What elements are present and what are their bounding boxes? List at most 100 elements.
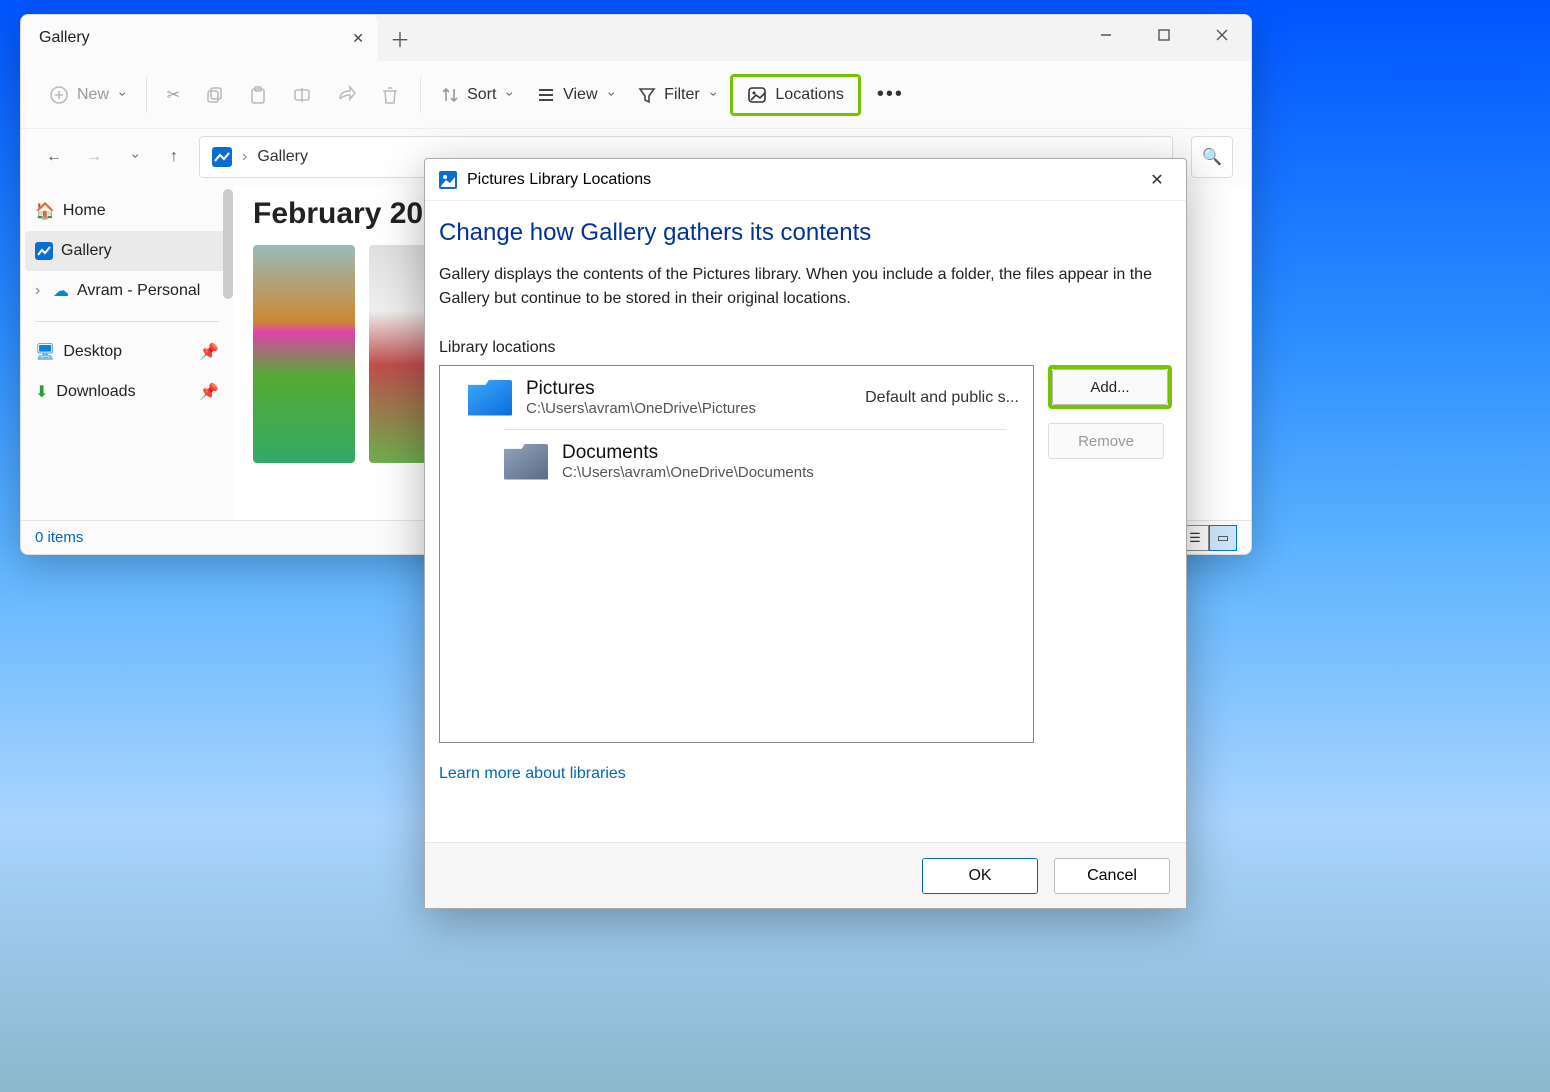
sidebar-item-label: Home [63, 202, 106, 220]
sidebar: 🏠 Home Gallery › ☁ Avram - Personal 🖥 De… [21, 185, 233, 520]
thumbnails-view-button[interactable]: ▭ [1209, 525, 1237, 551]
chevron-down-icon [708, 86, 717, 104]
copy-button[interactable] [194, 79, 234, 111]
sidebar-item-onedrive[interactable]: › ☁ Avram - Personal [21, 271, 233, 311]
add-highlight: Add... [1048, 365, 1172, 409]
dialog-paragraph: Gallery displays the contents of the Pic… [439, 263, 1172, 311]
new-button[interactable]: New [39, 79, 136, 111]
list-label: Library locations [439, 339, 1172, 357]
share-icon [336, 85, 356, 105]
view-mode-switch: ☰ ▭ [1181, 525, 1237, 551]
ok-button[interactable]: OK [922, 858, 1038, 894]
location-item[interactable]: Documents C:\Users\avram\OneDrive\Docume… [504, 429, 1007, 493]
folder-icon [468, 380, 512, 416]
thumbnail[interactable] [253, 245, 355, 463]
location-text: Documents C:\Users\avram\OneDrive\Docume… [562, 442, 814, 481]
sidebar-item-desktop[interactable]: 🖥 Desktop 📌 [21, 332, 233, 372]
share-button[interactable] [326, 79, 366, 111]
chevron-down-icon [117, 86, 126, 104]
search-button[interactable]: 🔍 [1191, 136, 1233, 178]
new-label: New [77, 86, 109, 104]
list-icon [537, 86, 555, 104]
rename-button[interactable] [282, 79, 322, 111]
dialog-title: Pictures Library Locations [467, 171, 651, 189]
back-button[interactable]: ← [39, 142, 69, 172]
dialog-titlebar: Pictures Library Locations ✕ [425, 159, 1186, 201]
close-window-button[interactable] [1193, 15, 1251, 55]
copy-icon [204, 85, 224, 105]
divider [35, 321, 219, 322]
location-path: C:\Users\avram\OneDrive\Pictures [526, 400, 756, 417]
location-item[interactable]: Pictures C:\Users\avram\OneDrive\Picture… [440, 366, 1033, 429]
clipboard-icon [248, 85, 268, 105]
chevron-right-icon: › [242, 148, 247, 166]
pin-icon[interactable]: 📌 [199, 382, 219, 402]
divider [420, 77, 421, 113]
forward-button[interactable]: → [79, 142, 109, 172]
new-tab-button[interactable]: ＋ [378, 15, 422, 61]
chevron-down-icon [130, 148, 139, 166]
window-controls [1077, 15, 1251, 55]
sidebar-item-label: Desktop [63, 343, 122, 361]
item-count: 0 items [35, 529, 83, 546]
delete-button[interactable] [370, 79, 410, 111]
close-tab-icon[interactable]: ✕ [352, 30, 364, 47]
home-icon: 🏠 [35, 201, 55, 221]
more-button[interactable]: ••• [877, 83, 904, 106]
scissors-icon: ✂ [167, 85, 180, 105]
search-icon: 🔍 [1202, 147, 1222, 167]
chevron-right-icon[interactable]: › [35, 282, 45, 300]
side-buttons: Add... Remove [1048, 365, 1172, 743]
cancel-button[interactable]: Cancel [1054, 858, 1170, 894]
pin-icon[interactable]: 📌 [199, 342, 219, 362]
chevron-down-icon [504, 86, 513, 104]
add-label: Add... [1090, 379, 1129, 396]
sort-label: Sort [467, 86, 496, 104]
divider [146, 77, 147, 113]
toolbar: New ✂ Sort View Filter Locations ••• [21, 61, 1251, 129]
location-text: Pictures C:\Users\avram\OneDrive\Picture… [526, 378, 756, 417]
learn-more-link[interactable]: Learn more about libraries [439, 765, 1172, 783]
paste-button[interactable] [238, 79, 278, 111]
chevron-down-icon [606, 86, 615, 104]
tab-gallery[interactable]: Gallery ✕ [21, 15, 378, 61]
sidebar-item-gallery[interactable]: Gallery [25, 231, 229, 271]
sidebar-item-label: Avram - Personal [77, 282, 200, 300]
gallery-icon [35, 242, 53, 260]
sidebar-item-label: Gallery [61, 242, 112, 260]
rename-icon [292, 85, 312, 105]
up-button[interactable]: ↑ [159, 142, 189, 172]
titlebar: Gallery ✕ ＋ [21, 15, 1251, 61]
locations-label: Locations [775, 86, 844, 104]
plus-circle-icon [49, 85, 69, 105]
scrollbar[interactable] [223, 189, 233, 299]
cloud-icon: ☁ [53, 281, 69, 301]
sidebar-item-label: Downloads [56, 383, 135, 401]
cut-button[interactable]: ✂ [157, 79, 190, 111]
breadcrumb[interactable]: Gallery [257, 148, 308, 166]
folder-icon [504, 444, 548, 480]
remove-button[interactable]: Remove [1048, 423, 1164, 459]
trash-icon [380, 85, 400, 105]
remove-label: Remove [1078, 433, 1134, 450]
filter-icon [638, 86, 656, 104]
sidebar-item-home[interactable]: 🏠 Home [21, 191, 233, 231]
locations-list[interactable]: Pictures C:\Users\avram\OneDrive\Picture… [439, 365, 1034, 743]
filter-label: Filter [664, 86, 700, 104]
filter-button[interactable]: Filter [628, 80, 726, 110]
dialog-row: Pictures C:\Users\avram\OneDrive\Picture… [439, 365, 1172, 743]
close-dialog-button[interactable]: ✕ [1142, 170, 1172, 190]
picture-icon [747, 85, 767, 105]
desktop-icon: 🖥 [35, 342, 55, 362]
add-button[interactable]: Add... [1052, 369, 1168, 405]
location-name: Pictures [526, 378, 756, 400]
minimize-button[interactable] [1077, 15, 1135, 55]
sidebar-item-downloads[interactable]: ⬇ Downloads 📌 [21, 372, 233, 412]
picture-icon [439, 171, 457, 189]
recent-dropdown[interactable] [119, 142, 149, 172]
view-button[interactable]: View [527, 80, 624, 110]
location-note: Default and public s... [865, 389, 1019, 407]
sort-button[interactable]: Sort [431, 80, 523, 110]
maximize-button[interactable] [1135, 15, 1193, 55]
locations-button[interactable]: Locations [730, 74, 861, 116]
